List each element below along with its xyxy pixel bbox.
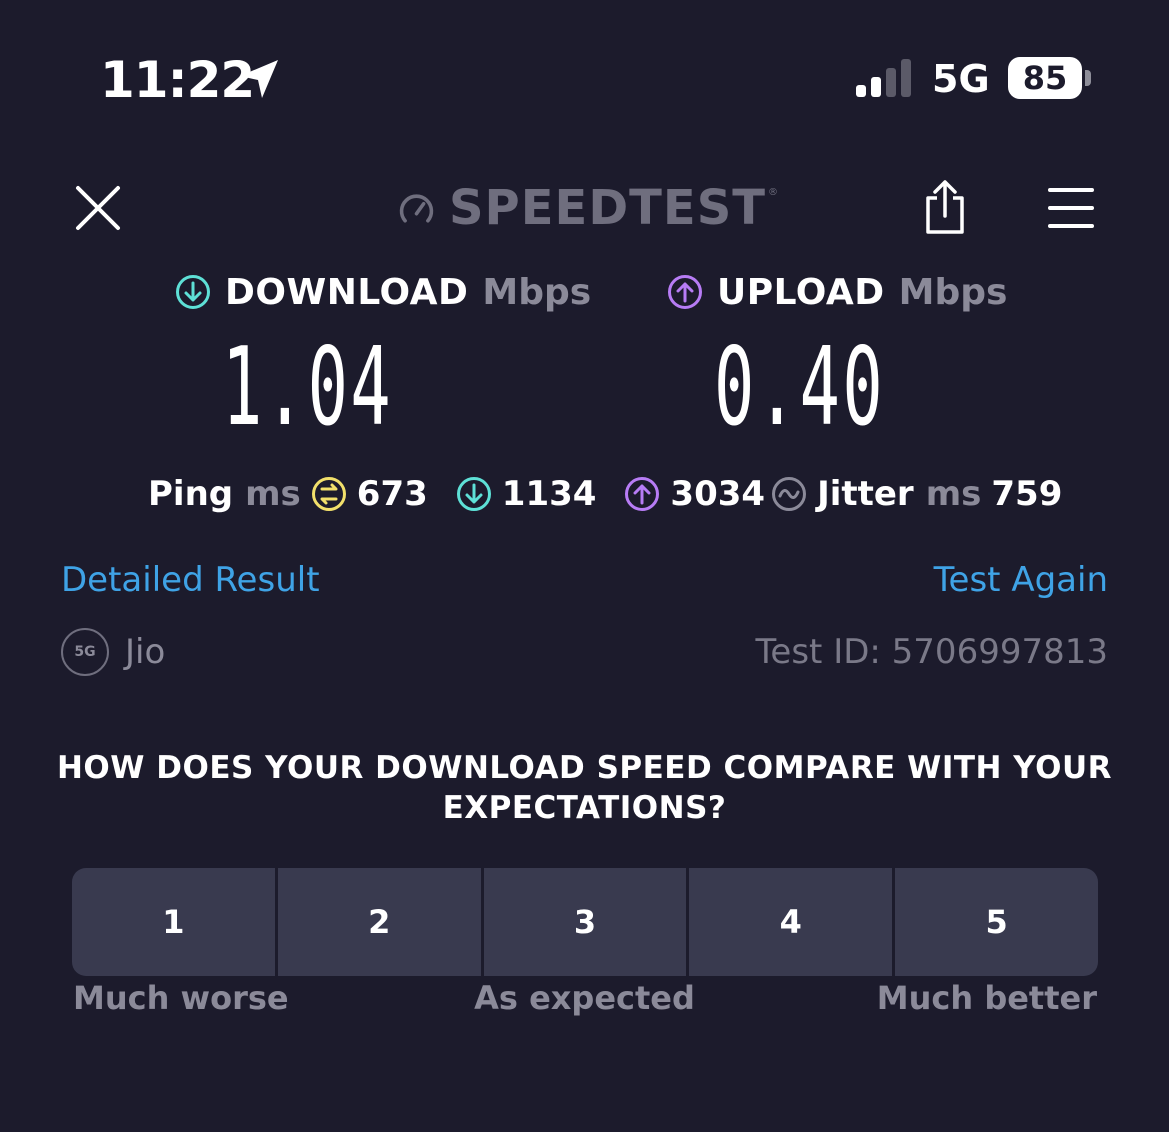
jitter-unit: ms xyxy=(925,474,982,514)
rating-button-5[interactable]: 5 xyxy=(895,868,1098,976)
upload-arrow-icon xyxy=(668,275,702,309)
speedtest-logo: SPEEDTEST ® xyxy=(398,180,778,236)
share-icon[interactable] xyxy=(920,178,970,236)
scale-label-high: Much better xyxy=(876,979,1097,1017)
battery-level: 85 xyxy=(1008,57,1082,99)
network-badge-icon: 5G xyxy=(61,628,109,676)
rating-scale: 1 2 3 4 5 xyxy=(72,868,1098,976)
idle-ping-icon xyxy=(311,477,346,511)
logo-text: SPEEDTEST xyxy=(448,180,766,236)
jitter-icon xyxy=(772,477,807,511)
status-time: 11:22 xyxy=(100,51,255,109)
rating-button-2[interactable]: 2 xyxy=(277,868,481,976)
ping-label: Ping xyxy=(148,474,234,514)
jitter-value: 759 xyxy=(991,474,1063,514)
detailed-result-link[interactable]: Detailed Result xyxy=(61,558,320,602)
battery-tip xyxy=(1085,70,1091,86)
upload-speed-value: 0.40 xyxy=(714,325,886,450)
jitter-label: Jitter xyxy=(817,474,914,514)
battery-indicator: 85 xyxy=(1008,57,1092,99)
menu-icon[interactable] xyxy=(1047,184,1095,232)
gauge-icon xyxy=(399,194,434,223)
signal-strength-icon xyxy=(856,59,911,97)
survey-question: HOW DOES YOUR DOWNLOAD SPEED COMPARE WIT… xyxy=(56,750,1113,826)
download-label: DOWNLOAD xyxy=(225,271,469,313)
ping-unit: ms xyxy=(245,474,301,514)
close-icon[interactable] xyxy=(74,184,122,232)
ping-row: Ping ms 673 1134 3034 Jitter ms 759 xyxy=(148,470,1090,518)
download-unit: Mbps xyxy=(482,271,592,313)
rating-button-4[interactable]: 4 xyxy=(689,868,893,976)
ping-upload-value: 3034 xyxy=(670,474,766,514)
logo-trademark: ® xyxy=(768,186,778,198)
upload-ping-icon xyxy=(625,477,660,511)
provider-info: 5G Jio xyxy=(61,628,165,676)
test-again-link[interactable]: Test Again xyxy=(934,558,1108,602)
test-id: Test ID: 5706997813 xyxy=(755,632,1108,672)
download-ping-icon xyxy=(456,477,491,511)
download-speed-value: 1.04 xyxy=(222,325,394,450)
rating-button-1[interactable]: 1 xyxy=(72,868,275,976)
network-type: 5G xyxy=(932,57,990,101)
upload-unit: Mbps xyxy=(898,271,1008,313)
upload-label: UPLOAD xyxy=(717,271,885,313)
download-header: DOWNLOAD Mbps xyxy=(175,268,591,316)
download-arrow-icon xyxy=(176,275,210,309)
location-arrow-icon xyxy=(240,60,278,98)
ping-idle-value: 673 xyxy=(356,474,428,514)
rating-button-3[interactable]: 3 xyxy=(483,868,687,976)
ping-download-value: 1134 xyxy=(501,474,597,514)
upload-header: UPLOAD Mbps xyxy=(667,268,1007,316)
provider-name: Jio xyxy=(125,632,166,672)
